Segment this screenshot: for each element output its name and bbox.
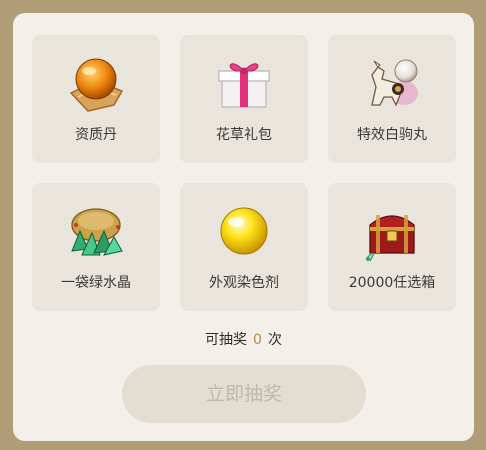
draw-count-value: 0: [253, 332, 262, 348]
yellow-dye-orb-icon: [214, 201, 274, 261]
prize-label: 一袋绿水晶: [61, 275, 131, 291]
gift-box-icon: [214, 53, 274, 113]
orange-orb-icon: [66, 53, 126, 113]
prize-item-flower-gift[interactable]: 花草礼包: [180, 35, 308, 163]
prize-label: 花草礼包: [216, 127, 272, 143]
draw-count-prefix: 可抽奖: [205, 332, 248, 348]
prize-label: 特效白驹丸: [357, 127, 427, 143]
treasure-chest-icon: [362, 201, 422, 261]
prize-label: 外观染色剂: [209, 275, 279, 291]
prize-grid: 资质丹 花草礼包 特效白驹丸 一袋绿水晶 外观染色剂 20000任选箱: [32, 35, 456, 311]
prize-item-appearance-dye[interactable]: 外观染色剂: [180, 183, 308, 311]
draw-count-text: 可抽奖 0 次: [13, 329, 474, 349]
lottery-panel: 资质丹 花草礼包 特效白驹丸 一袋绿水晶 外观染色剂 20000任选箱 可抽奖 …: [13, 13, 474, 441]
draw-now-button[interactable]: 立即抽奖: [122, 365, 366, 423]
prize-item-aptitude-pill[interactable]: 资质丹: [32, 35, 160, 163]
draw-count-suffix: 次: [267, 332, 282, 348]
prize-item-white-horse-pill[interactable]: 特效白驹丸: [328, 35, 456, 163]
prize-item-selection-chest[interactable]: 20000任选箱: [328, 183, 456, 311]
white-horse-pearl-icon: [362, 53, 422, 113]
prize-item-green-crystal-bag[interactable]: 一袋绿水晶: [32, 183, 160, 311]
prize-label: 20000任选箱: [348, 275, 436, 291]
green-crystal-bag-icon: [66, 201, 126, 261]
prize-label: 资质丹: [75, 127, 117, 143]
